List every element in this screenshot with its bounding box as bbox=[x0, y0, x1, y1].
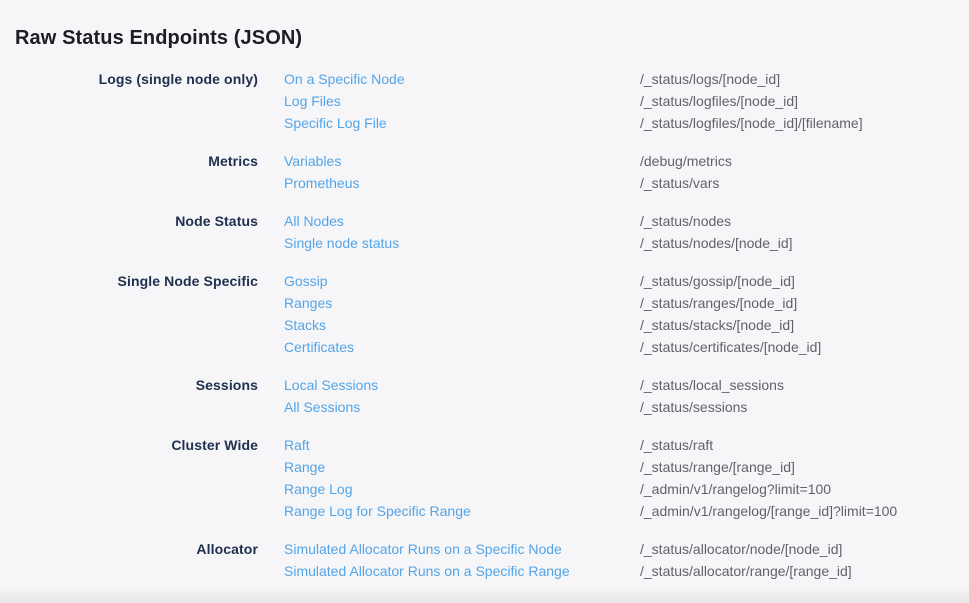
endpoint-row: Variables /debug/metrics bbox=[284, 150, 954, 172]
endpoint-row: Gossip /_status/gossip/[node_id] bbox=[284, 270, 954, 292]
endpoint-group: Metrics Variables /debug/metrics Prometh… bbox=[15, 150, 954, 194]
endpoint-link[interactable]: All Nodes bbox=[284, 210, 640, 232]
endpoint-group: Logs (single node only) On a Specific No… bbox=[15, 68, 954, 134]
endpoint-row: Range Log for Specific Range /_admin/v1/… bbox=[284, 500, 954, 522]
endpoint-group: Cluster Wide Raft /_status/raft Range /_… bbox=[15, 434, 954, 522]
category-label: Allocator bbox=[15, 538, 258, 560]
endpoint-link[interactable]: Prometheus bbox=[284, 172, 640, 194]
endpoint-link[interactable]: All Sessions bbox=[284, 396, 640, 418]
endpoint-link[interactable]: Raft bbox=[284, 434, 640, 456]
endpoint-link[interactable]: Gossip bbox=[284, 270, 640, 292]
endpoint-link[interactable]: On a Specific Node bbox=[284, 68, 640, 90]
endpoint-row: Ranges /_status/ranges/[node_id] bbox=[284, 292, 954, 314]
endpoint-path: /_status/allocator/range/[range_id] bbox=[640, 560, 852, 582]
bottom-edge-shadow bbox=[0, 587, 969, 603]
endpoint-path: /_status/logfiles/[node_id] bbox=[640, 90, 798, 112]
group-entries: Simulated Allocator Runs on a Specific N… bbox=[284, 538, 954, 582]
endpoint-row: Raft /_status/raft bbox=[284, 434, 954, 456]
category-label: Logs (single node only) bbox=[15, 68, 258, 90]
endpoint-link[interactable]: Stacks bbox=[284, 314, 640, 336]
endpoint-path: /_status/vars bbox=[640, 172, 719, 194]
endpoint-link[interactable]: Range bbox=[284, 456, 640, 478]
endpoint-path: /_status/nodes/[node_id] bbox=[640, 232, 793, 254]
group-entries: All Nodes /_status/nodes Single node sta… bbox=[284, 210, 954, 254]
endpoint-group: Allocator Simulated Allocator Runs on a … bbox=[15, 538, 954, 582]
group-entries: Variables /debug/metrics Prometheus /_st… bbox=[284, 150, 954, 194]
endpoint-row: Stacks /_status/stacks/[node_id] bbox=[284, 314, 954, 336]
category-label: Metrics bbox=[15, 150, 258, 172]
endpoint-path: /_admin/v1/rangelog/[range_id]?limit=100 bbox=[640, 500, 897, 522]
group-entries: On a Specific Node /_status/logs/[node_i… bbox=[284, 68, 954, 134]
endpoint-row: All Nodes /_status/nodes bbox=[284, 210, 954, 232]
endpoint-path: /_status/sessions bbox=[640, 396, 747, 418]
category-label: Sessions bbox=[15, 374, 258, 396]
endpoint-groups: Logs (single node only) On a Specific No… bbox=[15, 68, 954, 582]
endpoint-link[interactable]: Simulated Allocator Runs on a Specific R… bbox=[284, 560, 640, 582]
endpoint-path: /_admin/v1/rangelog?limit=100 bbox=[640, 478, 831, 500]
endpoint-path: /_status/certificates/[node_id] bbox=[640, 336, 821, 358]
endpoint-link[interactable]: Log Files bbox=[284, 90, 640, 112]
endpoint-row: Simulated Allocator Runs on a Specific N… bbox=[284, 538, 954, 560]
page-title: Raw Status Endpoints (JSON) bbox=[15, 25, 954, 51]
endpoint-row: All Sessions /_status/sessions bbox=[284, 396, 954, 418]
endpoint-path: /_status/range/[range_id] bbox=[640, 456, 795, 478]
endpoint-link[interactable]: Range Log for Specific Range bbox=[284, 500, 640, 522]
endpoint-link[interactable]: Single node status bbox=[284, 232, 640, 254]
endpoint-group: Node Status All Nodes /_status/nodes Sin… bbox=[15, 210, 954, 254]
category-label: Cluster Wide bbox=[15, 434, 258, 456]
endpoint-path: /_status/local_sessions bbox=[640, 374, 784, 396]
endpoint-path: /_status/allocator/node/[node_id] bbox=[640, 538, 842, 560]
endpoint-path: /_status/gossip/[node_id] bbox=[640, 270, 795, 292]
category-label: Node Status bbox=[15, 210, 258, 232]
endpoint-path: /_status/stacks/[node_id] bbox=[640, 314, 794, 336]
endpoint-row: Single node status /_status/nodes/[node_… bbox=[284, 232, 954, 254]
group-entries: Gossip /_status/gossip/[node_id] Ranges … bbox=[284, 270, 954, 358]
endpoint-row: Prometheus /_status/vars bbox=[284, 172, 954, 194]
endpoint-path: /debug/metrics bbox=[640, 150, 732, 172]
endpoint-path: /_status/logs/[node_id] bbox=[640, 68, 780, 90]
endpoint-row: On a Specific Node /_status/logs/[node_i… bbox=[284, 68, 954, 90]
endpoint-link[interactable]: Simulated Allocator Runs on a Specific N… bbox=[284, 538, 640, 560]
endpoint-link[interactable]: Ranges bbox=[284, 292, 640, 314]
endpoint-group: Single Node Specific Gossip /_status/gos… bbox=[15, 270, 954, 358]
group-entries: Local Sessions /_status/local_sessions A… bbox=[284, 374, 954, 418]
endpoint-link[interactable]: Specific Log File bbox=[284, 112, 640, 134]
endpoint-row: Range Log /_admin/v1/rangelog?limit=100 bbox=[284, 478, 954, 500]
endpoint-path: /_status/ranges/[node_id] bbox=[640, 292, 797, 314]
endpoint-row: Log Files /_status/logfiles/[node_id] bbox=[284, 90, 954, 112]
endpoint-path: /_status/raft bbox=[640, 434, 713, 456]
endpoint-group: Sessions Local Sessions /_status/local_s… bbox=[15, 374, 954, 418]
endpoint-row: Simulated Allocator Runs on a Specific R… bbox=[284, 560, 954, 582]
endpoint-row: Certificates /_status/certificates/[node… bbox=[284, 336, 954, 358]
endpoint-link[interactable]: Local Sessions bbox=[284, 374, 640, 396]
endpoint-link[interactable]: Range Log bbox=[284, 478, 640, 500]
endpoint-row: Specific Log File /_status/logfiles/[nod… bbox=[284, 112, 954, 134]
raw-status-endpoints-page: Raw Status Endpoints (JSON) Logs (single… bbox=[0, 0, 969, 582]
category-label: Single Node Specific bbox=[15, 270, 258, 292]
endpoint-row: Range /_status/range/[range_id] bbox=[284, 456, 954, 478]
endpoint-link[interactable]: Variables bbox=[284, 150, 640, 172]
group-entries: Raft /_status/raft Range /_status/range/… bbox=[284, 434, 954, 522]
endpoint-row: Local Sessions /_status/local_sessions bbox=[284, 374, 954, 396]
endpoint-link[interactable]: Certificates bbox=[284, 336, 640, 358]
endpoint-path: /_status/nodes bbox=[640, 210, 731, 232]
endpoint-path: /_status/logfiles/[node_id]/[filename] bbox=[640, 112, 863, 134]
